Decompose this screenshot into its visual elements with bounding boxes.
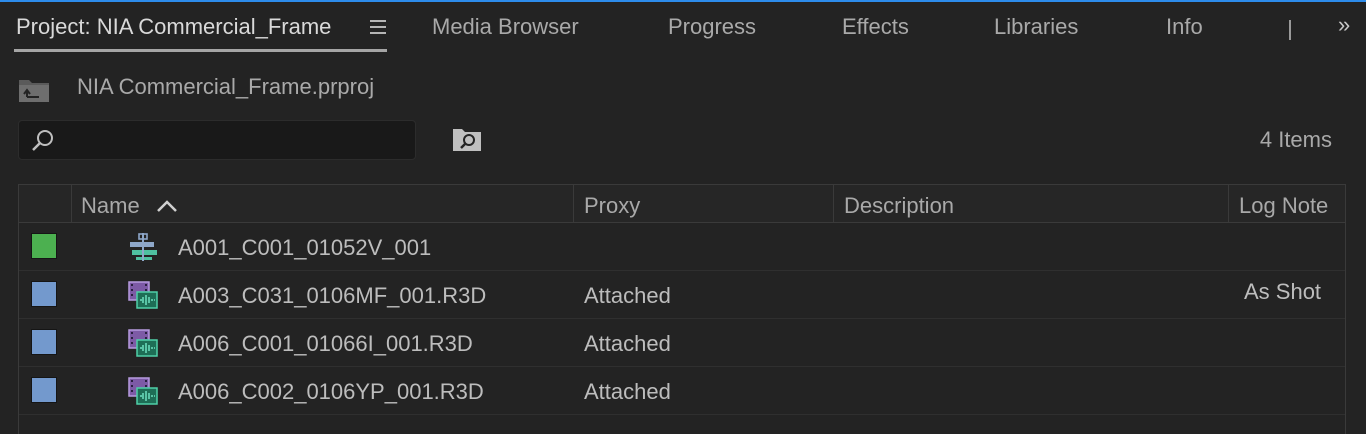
label-color-swatch[interactable] (31, 281, 57, 307)
tab-project[interactable]: Project: NIA Commercial_Frame (16, 14, 331, 40)
double-chevron-right-icon[interactable]: » (1338, 12, 1350, 38)
table-row[interactable]: A001_C001_01052V_001 (19, 223, 1345, 271)
cell-proxy: Attached (584, 283, 671, 308)
cell-proxy: Attached (584, 379, 671, 404)
find-in-bin-icon[interactable] (452, 126, 482, 152)
magnifier-icon (32, 130, 53, 151)
tab-separator (1289, 20, 1291, 40)
label-color-swatch[interactable] (31, 329, 57, 355)
column-divider[interactable] (1228, 185, 1229, 223)
table-row[interactable]: A006_C001_01066I_001.R3D Attached (19, 319, 1345, 367)
cell-name: A001_C001_01052V_001 (178, 235, 432, 260)
tab-progress[interactable]: Progress (668, 14, 756, 40)
cell-proxy: Attached (584, 331, 671, 356)
panel-tab-bar: Project: NIA Commercial_Frame Media Brow… (0, 2, 1366, 52)
video-audio-clip-icon (128, 377, 158, 405)
search-box[interactable] (18, 120, 416, 160)
cell-name: A006_C001_01066I_001.R3D (178, 331, 473, 356)
column-header-name[interactable]: Name (81, 193, 140, 219)
label-color-swatch[interactable] (31, 233, 57, 259)
video-audio-clip-icon (128, 281, 158, 309)
column-divider[interactable] (573, 185, 574, 223)
column-header-description[interactable]: Description (844, 193, 954, 219)
column-header-log-note[interactable]: Log Note (1239, 193, 1328, 219)
label-color-swatch[interactable] (31, 377, 57, 403)
cell-log-note: As Shot (1244, 279, 1322, 304)
video-audio-clip-icon (128, 329, 158, 357)
table-row[interactable]: A003_C031_0106MF_001.R3D Attached As Sho… (19, 271, 1345, 319)
column-divider[interactable] (833, 185, 834, 223)
table-header: Name Proxy Description Log Note (19, 184, 1345, 223)
hamburger-menu-icon[interactable] (370, 20, 386, 34)
tab-libraries[interactable]: Libraries (994, 14, 1078, 40)
tab-info[interactable]: Info (1166, 14, 1203, 40)
bin-up-icon[interactable] (18, 77, 50, 103)
project-items-table: Name Proxy Description Log Note A001_C00… (18, 184, 1346, 434)
column-header-proxy[interactable]: Proxy (584, 193, 640, 219)
tab-media-browser[interactable]: Media Browser (432, 14, 579, 40)
table-row[interactable]: A006_C002_0106YP_001.R3D Attached (19, 367, 1345, 415)
cell-name: A006_C002_0106YP_001.R3D (178, 379, 484, 404)
column-divider[interactable] (71, 185, 72, 223)
project-file-name: NIA Commercial_Frame.prproj (77, 74, 375, 99)
search-input[interactable] (65, 129, 409, 153)
cell-name: A003_C031_0106MF_001.R3D (178, 283, 487, 308)
chevron-up-icon[interactable] (156, 199, 178, 213)
item-count: 4 Items (1259, 127, 1332, 152)
sequence-icon (130, 233, 157, 261)
active-tab-indicator (14, 49, 387, 52)
tab-effects[interactable]: Effects (842, 14, 909, 40)
